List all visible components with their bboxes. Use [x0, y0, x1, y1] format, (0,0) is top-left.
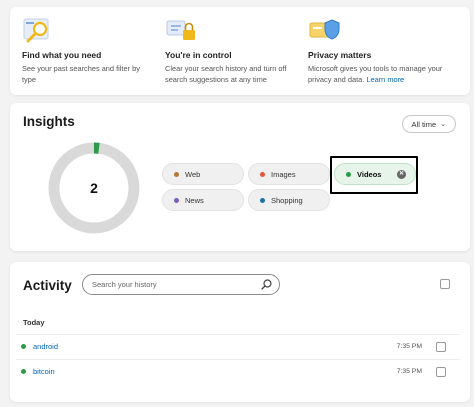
chip-label: News	[185, 195, 204, 205]
activity-title: Activity	[23, 278, 72, 293]
shopping-dot	[260, 197, 265, 203]
history-query-link[interactable]: bitcoin	[33, 367, 55, 376]
video-type-dot	[21, 344, 26, 349]
images-dot	[260, 171, 265, 177]
history-search-box[interactable]	[82, 274, 280, 295]
chip-label: Shopping	[271, 195, 303, 205]
filter-chip-images[interactable]: Images	[248, 163, 330, 185]
group-label-today: Today	[23, 318, 45, 327]
feature-desc: Microsoft gives you tools to manage your…	[308, 63, 458, 85]
row-checkbox[interactable]	[436, 367, 446, 377]
feature-control: You're in control Clear your search hist…	[165, 17, 295, 85]
select-all-checkbox[interactable]	[440, 279, 450, 289]
time-filter-dropdown[interactable]: All time ⌄	[401, 115, 456, 133]
filter-chip-web[interactable]: Web	[162, 163, 244, 185]
insights-card: Insights All time ⌄ 2 Web Images Videos …	[10, 103, 470, 251]
feature-desc: See your past searches and filter by typ…	[22, 64, 140, 84]
time-filter-label: All time	[411, 119, 437, 129]
feature-title: You're in control	[165, 50, 232, 60]
feature-title: Privacy matters	[308, 50, 372, 60]
chip-label: Web	[185, 169, 201, 179]
focus-highlight	[330, 156, 418, 194]
history-time: 7:35 PM	[396, 343, 422, 350]
learn-more-link[interactable]: Learn more	[366, 75, 404, 84]
feature-title: Find what you need	[22, 50, 102, 60]
feature-privacy: Privacy matters Microsoft gives you tool…	[308, 17, 458, 85]
activity-card: Activity Today android 7:35 PM bitcoin 7…	[10, 262, 470, 402]
feature-find: Find what you need See your past searche…	[22, 17, 152, 85]
insights-title: Insights	[23, 114, 75, 129]
search-icon[interactable]	[261, 279, 272, 290]
chip-label: Images	[271, 169, 296, 179]
video-type-dot	[21, 369, 26, 374]
history-query-link[interactable]: android	[33, 342, 58, 351]
history-time: 7:35 PM	[396, 368, 422, 375]
feature-desc: Clear your search history and turn off s…	[165, 64, 287, 84]
control-lock-icon	[166, 20, 195, 40]
news-dot	[174, 197, 179, 203]
history-search-input[interactable]	[92, 280, 252, 289]
web-dot	[174, 171, 179, 177]
privacy-shield-icon	[309, 19, 340, 40]
features-card: Find what you need See your past searche…	[10, 7, 470, 95]
search-filter-icon	[23, 18, 49, 43]
row-checkbox[interactable]	[436, 342, 446, 352]
filter-chip-news[interactable]: News	[162, 189, 244, 211]
history-row[interactable]: android 7:35 PM	[16, 334, 460, 358]
chevron-down-icon: ⌄	[440, 121, 446, 128]
filter-chip-shopping[interactable]: Shopping	[248, 189, 330, 211]
history-row[interactable]: bitcoin 7:35 PM	[16, 359, 460, 383]
insights-count: 2	[90, 180, 98, 196]
